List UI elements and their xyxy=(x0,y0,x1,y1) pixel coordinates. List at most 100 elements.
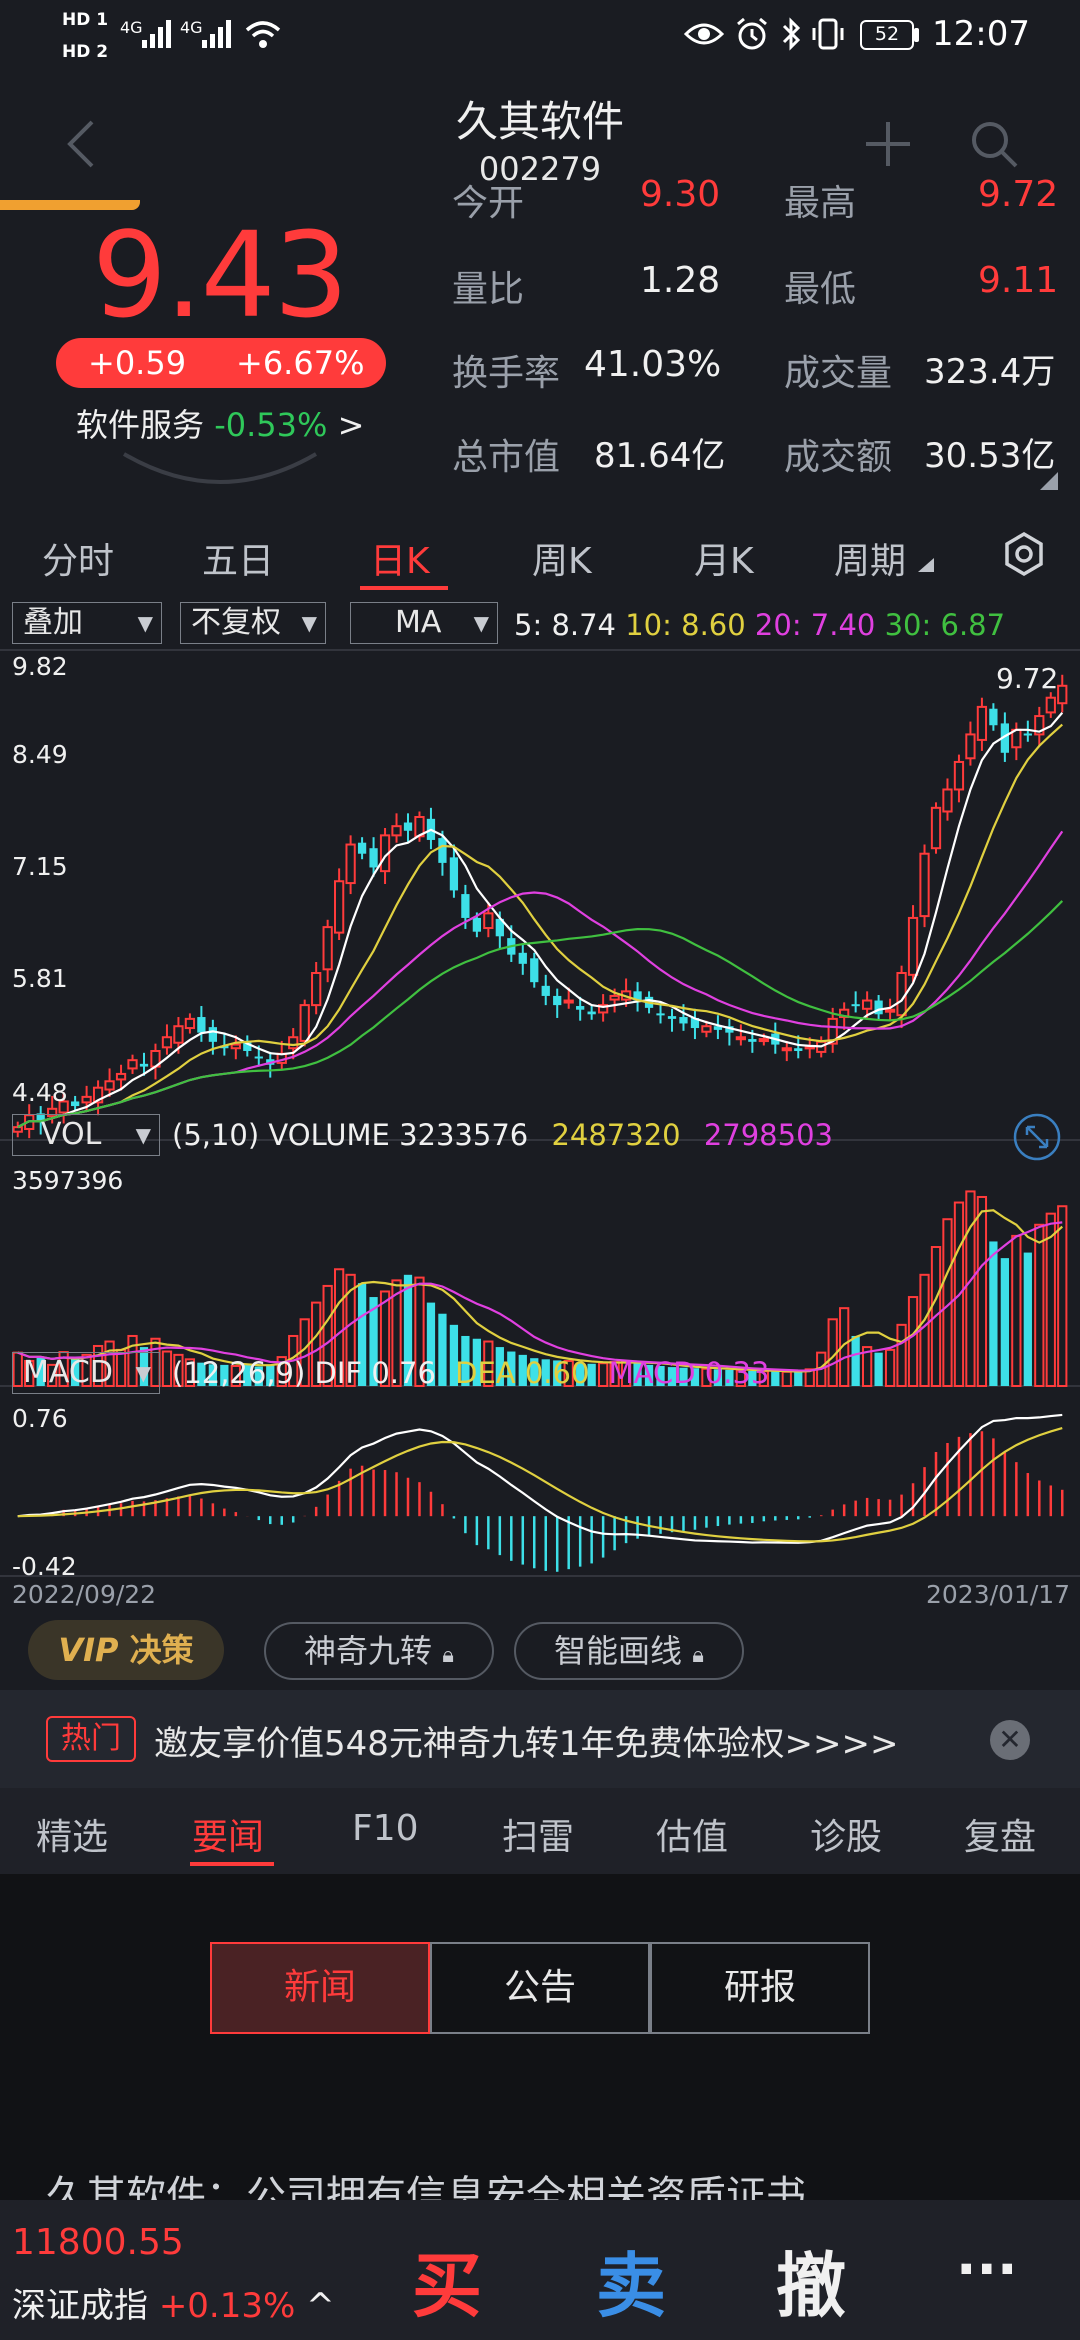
volume-bar xyxy=(989,1241,998,1386)
macd-legend: (12,26,9) DIF 0.76 DEA 0.60 MACD 0.33 xyxy=(172,1356,769,1390)
kline-chart-area: 叠加 ▼ 不复权 ▼ MA ▼ 5: 8.74 10: 8.60 20: 7.4… xyxy=(0,602,1080,1610)
stock-name: 久其软件 xyxy=(455,97,624,146)
candle-body xyxy=(208,1027,218,1042)
candle-body xyxy=(794,1048,803,1051)
tab-intraday[interactable]: 分时 xyxy=(42,532,114,584)
candle-body xyxy=(576,1006,585,1010)
sector-pct: -0.53% xyxy=(214,406,328,444)
news-tab-research[interactable]: 研报 xyxy=(650,1942,870,2034)
high-label: 最高 xyxy=(784,183,857,224)
subtab-review[interactable]: 复盘 xyxy=(964,1808,1036,1860)
back-icon[interactable] xyxy=(62,116,102,172)
sim1-label: HD 1 xyxy=(62,10,109,30)
battery-tip xyxy=(914,28,919,42)
candle-body xyxy=(127,1059,138,1070)
indicator-select[interactable]: MA ▼ xyxy=(350,602,498,644)
buy-button[interactable]: 买 xyxy=(412,2230,482,2331)
volume-bar xyxy=(161,1350,173,1388)
nine-turn-button[interactable]: 神奇九转 🔒︎ xyxy=(264,1622,494,1680)
indicator-select-label: MA xyxy=(395,605,442,640)
lock-icon: 🔒︎ xyxy=(692,1643,704,1668)
settings-icon[interactable] xyxy=(1000,530,1048,578)
more-button[interactable]: ··· xyxy=(956,2238,1018,2301)
candle-body xyxy=(976,705,988,741)
candle-body xyxy=(667,1016,677,1019)
candle-body xyxy=(861,999,873,1010)
amount-value: 30.53亿 xyxy=(924,436,1056,476)
hot-banner[interactable]: 热门 邀友享价值548元神奇九转1年免费体验权>>>> ✕ xyxy=(0,1690,1080,1788)
macd-axis-label: -0.42 xyxy=(12,1552,77,1581)
candle-body xyxy=(735,1036,747,1041)
low-label: 最低 xyxy=(784,269,857,310)
chevron-down-icon: ▼ xyxy=(135,1361,151,1385)
vip-label: 决策 xyxy=(129,1631,194,1669)
fullscreen-icon[interactable] xyxy=(1012,1112,1062,1162)
search-icon[interactable] xyxy=(966,116,1022,172)
dif-value: 0.76 xyxy=(371,1356,436,1390)
close-icon[interactable]: ✕ xyxy=(990,1720,1030,1760)
expand-corner-icon[interactable] xyxy=(1040,472,1058,490)
candle-body xyxy=(679,1017,688,1024)
candle-body xyxy=(563,999,574,1004)
sell-button[interactable]: 卖 xyxy=(596,2230,666,2331)
volume-bar xyxy=(851,1335,860,1386)
tab-five-day[interactable]: 五日 xyxy=(202,532,274,584)
subtab-news[interactable]: 要闻 xyxy=(192,1808,264,1860)
volume-bar xyxy=(874,1352,883,1386)
open-label: 今开 xyxy=(452,183,525,224)
ma20-value: 20: 7.40 xyxy=(754,608,876,642)
candle-body xyxy=(1045,696,1056,714)
nine-turn-label: 神奇九转 xyxy=(304,1632,433,1670)
candle-body xyxy=(184,1017,196,1030)
candle-body xyxy=(403,822,413,831)
mcap-label: 总市值 xyxy=(452,437,561,478)
smart-draw-button[interactable]: 智能画线 🔒︎ xyxy=(514,1622,744,1680)
candle-body xyxy=(701,1025,712,1033)
index-ticker[interactable]: 深证成指 +0.13% ^ xyxy=(12,2278,335,2327)
vip-decision-button[interactable]: VIP 决策 xyxy=(28,1620,224,1680)
cancel-button[interactable]: 撤 xyxy=(776,2230,846,2331)
candle-body xyxy=(288,1036,299,1050)
candle-body xyxy=(930,806,942,850)
alarm-icon xyxy=(737,17,767,50)
macd-select[interactable]: MACD ▼ xyxy=(12,1352,160,1394)
volume-bar xyxy=(919,1273,930,1388)
overlay-select[interactable]: 叠加 ▼ xyxy=(12,602,162,644)
sector-arrow: > xyxy=(337,406,365,444)
candle-body xyxy=(70,1101,80,1107)
subtab-risk-scan[interactable]: 扫雷 xyxy=(502,1808,574,1860)
candle-body xyxy=(781,1047,792,1052)
chevron-down-icon: ▼ xyxy=(473,611,489,635)
adjust-select[interactable]: 不复权 ▼ xyxy=(180,602,326,644)
price-change: +0.59 xyxy=(88,344,187,382)
candle-body xyxy=(919,852,930,918)
lock-icon: 🔒︎ xyxy=(442,1643,454,1668)
subtab-featured[interactable]: 精选 xyxy=(36,1808,108,1860)
price-axis-label: 8.49 xyxy=(12,740,68,769)
candle-body xyxy=(1057,684,1068,705)
add-icon[interactable] xyxy=(860,116,916,172)
tab-weekly-k[interactable]: 周K xyxy=(532,532,592,584)
tab-monthly-k[interactable]: 月K xyxy=(694,532,754,584)
news-item[interactable]: 久其软件：公司拥有信息安全相关资质证书 xyxy=(46,2166,1046,2200)
tab-period[interactable]: 周期 xyxy=(834,532,906,584)
sector-link[interactable]: 软件服务 -0.53% > xyxy=(76,400,364,446)
news-tab-news[interactable]: 新闻 xyxy=(210,1942,430,2034)
subtab-f10[interactable]: F10 xyxy=(352,1808,419,1849)
subtab-diagnosis[interactable]: 诊股 xyxy=(810,1808,882,1860)
chevron-down-icon: ▼ xyxy=(137,611,153,635)
ratio-value: 1.28 xyxy=(640,260,721,301)
vol-select[interactable]: VOL ▼ xyxy=(12,1114,160,1156)
candle-body xyxy=(391,825,402,837)
candle-body xyxy=(748,1039,757,1042)
vol-ma5: 2487320 xyxy=(551,1118,681,1152)
subtab-valuation[interactable]: 估值 xyxy=(656,1808,728,1860)
tab-daily-k[interactable]: 日K xyxy=(370,532,430,584)
candle-body xyxy=(896,971,907,1017)
ma5-value: 5: 8.74 xyxy=(514,608,617,642)
volume-bar xyxy=(1011,1234,1022,1387)
news-tab-announcements[interactable]: 公告 xyxy=(430,1942,650,2034)
volume-bar xyxy=(781,1370,792,1387)
chevron-down-icon: ▼ xyxy=(301,611,317,635)
chevron-down-icon: ▼ xyxy=(135,1123,151,1147)
